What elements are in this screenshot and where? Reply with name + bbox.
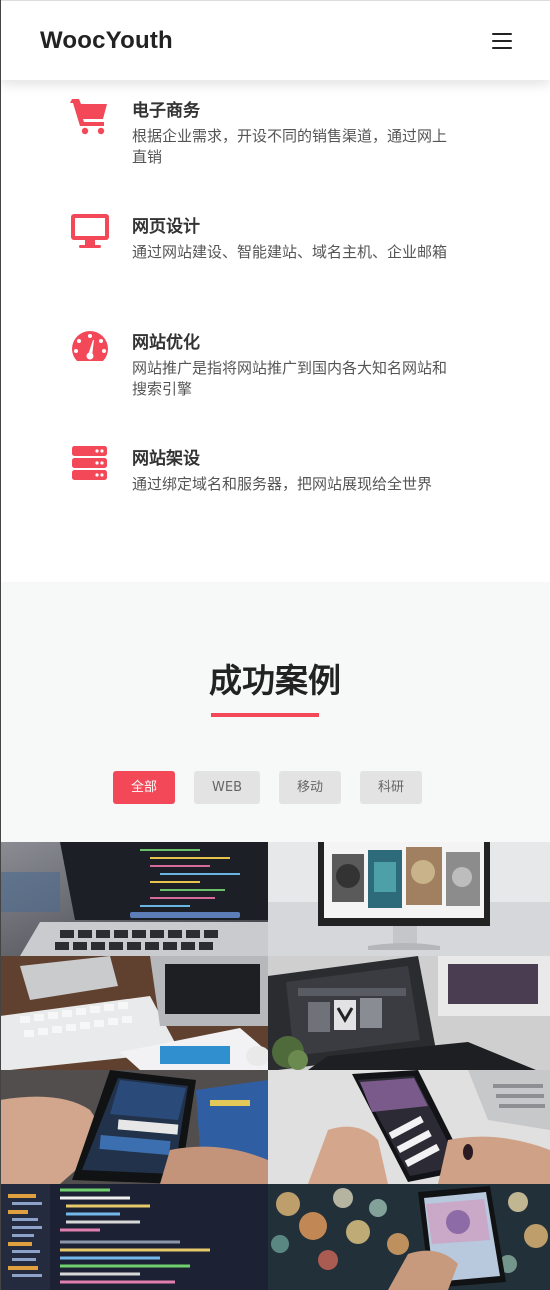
service-title: 网站架设 <box>132 449 200 469</box>
service-ecommerce: 电子商务 根据企业需求，开设不同的销售渠道，通过网上直销 <box>70 96 470 196</box>
hamburger-icon[interactable] <box>484 27 520 55</box>
case-image-laptop-ui[interactable] <box>268 956 550 1070</box>
case-image-monitor-art[interactable] <box>268 842 550 956</box>
brand-logo[interactable]: WoocYouth <box>40 27 173 55</box>
service-desc: 通过绑定域名和服务器，把网站展现给全世界 <box>132 475 433 493</box>
service-hosting: 网站架设 通过绑定域名和服务器，把网站展现给全世界 <box>70 444 470 544</box>
filter-mobile-button[interactable]: 移动 <box>279 771 341 804</box>
service-desc: 网站推广是指将网站推广到国内各大知名网站和搜索引擎 <box>132 359 448 398</box>
services-section: 电子商务 根据企业需求，开设不同的销售渠道，通过网上直销 网页设计 通过网站建设… <box>0 80 550 582</box>
page-left-edge <box>0 0 1 1290</box>
cases-section: 成功案例 全部 WEB 移动 科研 <box>0 582 550 842</box>
case-image-laptop-code[interactable] <box>0 842 268 956</box>
service-seo: 网站优化 网站推广是指将网站推广到国内各大知名网站和搜索引擎 <box>70 328 470 428</box>
case-image-phone-app[interactable] <box>268 1070 550 1184</box>
title-underline <box>211 713 319 717</box>
case-image-desk-devices[interactable] <box>0 956 268 1070</box>
speedometer-icon <box>72 331 108 361</box>
service-title: 电子商务 <box>132 101 200 121</box>
service-title: 网站优化 <box>132 333 200 353</box>
case-image-code-editor[interactable] <box>0 1184 268 1290</box>
case-image-phone-shopping[interactable] <box>0 1070 268 1184</box>
section-title: 成功案例 <box>209 661 341 700</box>
cart-icon <box>70 99 107 135</box>
case-gallery <box>0 842 550 1290</box>
filter-web-button[interactable]: WEB <box>194 771 260 804</box>
top-navbar: WoocYouth <box>0 0 550 80</box>
service-desc: 根据企业需求，开设不同的销售渠道，通过网上直销 <box>132 127 448 166</box>
service-webdesign: 网页设计 通过网站建设、智能建站、域名主机、企业邮箱 <box>70 212 470 312</box>
service-desc: 通过网站建设、智能建站、域名主机、企业邮箱 <box>132 243 448 261</box>
monitor-icon <box>71 214 109 248</box>
filter-all-button[interactable]: 全部 <box>113 771 175 804</box>
case-image-bokeh-phone[interactable] <box>268 1184 550 1290</box>
server-icon <box>72 446 107 480</box>
service-title: 网页设计 <box>132 217 200 237</box>
filter-research-button[interactable]: 科研 <box>360 771 422 804</box>
